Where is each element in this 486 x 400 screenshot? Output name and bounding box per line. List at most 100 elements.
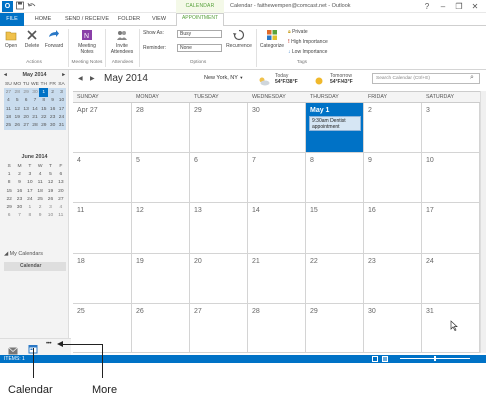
mini-day[interactable]: 6 [56,170,66,178]
mini-day[interactable]: 9 [14,179,24,187]
mini-day[interactable]: 29 [39,121,49,130]
mini-day[interactable]: 16 [14,187,24,195]
vertical-scrollbar[interactable] [480,91,486,353]
day-cell[interactable]: 13 [190,203,248,254]
day-cell[interactable]: 26 [132,304,190,353]
mini-day[interactable]: 4 [4,96,13,105]
day-cell[interactable]: 21 [248,254,306,304]
mini-day[interactable]: 20 [56,187,66,195]
mini-day[interactable]: 25 [35,195,45,203]
mini-day[interactable]: 4 [35,170,45,178]
search-calendar-input[interactable]: Search Calendar (Ctrl+E) [372,73,480,84]
mini-day[interactable]: 30 [30,88,40,97]
mini-day[interactable]: 23 [48,113,58,122]
day-cell[interactable]: 27 [190,304,248,353]
mini-day[interactable]: 1 [4,170,14,178]
help-button[interactable]: ? [420,0,434,13]
mini-day[interactable]: 28 [30,121,40,130]
mini-day[interactable]: 11 [56,212,66,220]
mini-day[interactable]: 29 [4,203,14,211]
next-month-icon[interactable]: ▶ [90,75,95,82]
forward-button[interactable]: Forward [42,28,66,49]
mini-day[interactable]: 6 [4,212,14,220]
undo-icon[interactable] [27,1,36,12]
normal-view-icon[interactable] [372,356,378,362]
day-cell[interactable]: 12 [132,203,190,254]
mini-day[interactable]: 5 [12,96,22,105]
tab-file[interactable]: FILE [0,13,24,26]
day-cell[interactable]: 24 [422,254,480,304]
mini-day[interactable]: 4 [56,203,66,211]
mini-day[interactable]: 3 [57,88,66,97]
mini-day[interactable]: 9 [48,96,58,105]
recurrence-button[interactable]: Recurrence [224,28,254,49]
day-cell[interactable]: 19 [132,254,190,304]
mini-prev-icon[interactable]: ◂ [4,72,7,78]
mini-day[interactable]: 2 [14,170,24,178]
mini-day[interactable]: 27 [56,195,66,203]
mini-day[interactable]: 7 [14,212,24,220]
mini-day[interactable]: 13 [56,179,66,187]
mini-day[interactable]: 17 [25,187,35,195]
mini-day[interactable]: 19 [12,113,22,122]
mini-day[interactable]: 22 [4,195,14,203]
mini-day[interactable]: 12 [12,104,22,114]
calendar-folder-item[interactable]: Calendar [4,262,66,271]
day-cell[interactable]: 3 [422,103,480,153]
day-cell[interactable]: 14 [248,203,306,254]
mini-day[interactable]: 12 [45,179,55,187]
mini-day[interactable]: 15 [4,187,14,195]
mini-day[interactable]: 8 [39,96,49,105]
mini-day[interactable]: 2 [48,88,58,97]
mini-day-selected[interactable]: 1 [39,88,49,97]
mini-day[interactable]: 22 [39,113,49,122]
day-cell[interactable]: 6 [190,153,248,203]
mini-day[interactable]: 30 [48,121,58,130]
mini-day[interactable]: 6 [21,96,31,105]
day-cell[interactable]: 30 [364,304,422,353]
search-icon[interactable]: ⌕ [470,74,474,82]
mini-next-icon[interactable]: ▸ [62,72,65,78]
mini-day[interactable]: 15 [39,104,49,114]
mini-day[interactable]: 11 [35,179,45,187]
mini-day[interactable]: 31 [57,121,66,130]
mini-day[interactable]: 10 [45,212,55,220]
close-button[interactable]: ✕ [468,0,482,13]
mini-day[interactable]: 25 [4,121,13,130]
day-cell[interactable]: 5 [132,153,190,203]
mini-day[interactable]: 10 [57,96,66,105]
day-cell[interactable]: 10 [422,153,480,203]
show-as-select[interactable]: Busy [177,30,222,38]
categorize-button[interactable]: Categorize [258,28,286,49]
day-cell[interactable]: 18 [73,254,132,304]
mini-day[interactable]: 19 [45,187,55,195]
zoom-slider-thumb[interactable] [434,356,436,361]
mini-day[interactable]: 13 [21,104,31,114]
open-button[interactable]: Open [2,28,20,49]
mini-day[interactable]: 27 [21,121,31,130]
mini-day[interactable]: 20 [21,113,31,122]
day-cell[interactable]: 17 [422,203,480,254]
tab-view[interactable]: VIEW [146,13,172,26]
mini-day[interactable]: 16 [48,104,58,114]
day-cell[interactable]: 8 [306,153,364,203]
location-dropdown[interactable]: New York, NY ▼ [204,75,243,81]
mini-day[interactable]: 14 [30,104,40,114]
day-cell[interactable]: 4 [73,153,132,203]
day-cell[interactable]: 23 [364,254,422,304]
prev-month-icon[interactable]: ◀ [78,75,83,82]
mini-day[interactable]: 3 [45,203,55,211]
more-options-icon[interactable]: • • • [46,341,52,347]
mini-day[interactable]: 26 [45,195,55,203]
day-cell[interactable]: 2 [364,103,422,153]
mini-day[interactable]: 8 [25,212,35,220]
mini-day[interactable]: 21 [30,113,40,122]
day-cell[interactable]: 20 [190,254,248,304]
delete-button[interactable]: Delete [22,28,42,49]
save-icon[interactable] [16,1,24,12]
mini-day[interactable]: 10 [25,179,35,187]
minimize-button[interactable]: – [436,0,450,13]
day-cell[interactable]: 11 [73,203,132,254]
mini-day[interactable]: 11 [4,104,13,114]
tab-appointment[interactable]: APPOINTMENT [176,13,224,27]
